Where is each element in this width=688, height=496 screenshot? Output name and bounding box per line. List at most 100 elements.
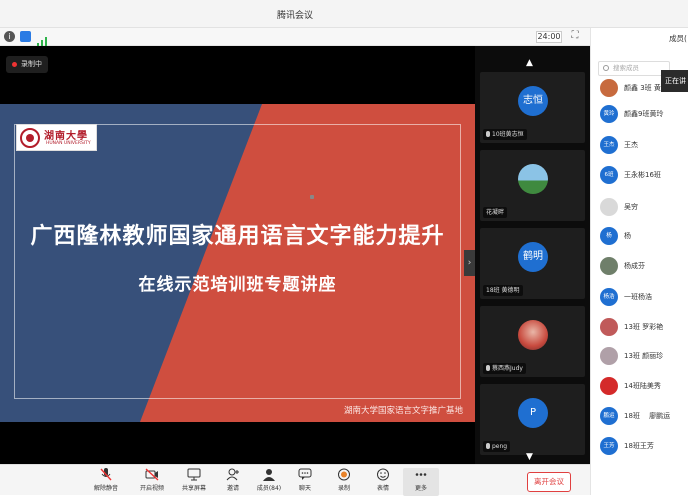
- member-name: 杨成芬: [624, 262, 645, 270]
- more-label: 更多: [414, 485, 427, 492]
- participant-name-tag: 10班黄志恒: [483, 129, 527, 140]
- participant-avatar-photo: [518, 320, 548, 350]
- member-avatar: [600, 318, 618, 336]
- video-tile[interactable]: 花凝畔: [480, 150, 585, 221]
- info-icon[interactable]: i: [4, 31, 15, 42]
- recording-label: 录制中: [21, 60, 42, 68]
- member-avatar: 王芳: [600, 437, 618, 455]
- record-button[interactable]: 录制: [326, 468, 362, 496]
- member-row[interactable]: 黄玲 颜鑫9班黄玲: [600, 105, 688, 127]
- record-dot-icon: [12, 61, 17, 67]
- chat-icon: [298, 468, 312, 480]
- record-icon: [338, 468, 350, 481]
- member-name: 13班 罗彩艳: [624, 323, 664, 331]
- unmute-label: 解除静音: [93, 485, 118, 492]
- members-button[interactable]: 成员(84): [251, 468, 287, 496]
- meeting-info-bar: i 24:00 ⛶: [0, 28, 590, 47]
- member-row[interactable]: 13班 颜丽珍: [600, 347, 688, 369]
- member-avatar: [600, 198, 618, 216]
- participant-name-tag: 花凝畔: [483, 207, 508, 218]
- start-video-button[interactable]: 开启视频: [134, 468, 170, 496]
- participant-name: peng: [492, 443, 508, 450]
- participant-avatar: 志恒: [518, 86, 548, 116]
- more-icon: [415, 473, 427, 476]
- members-label: 成员(84): [256, 485, 282, 492]
- shield-icon[interactable]: [20, 31, 31, 42]
- presentation-slide: 湖南大學 HUNAN UNIVERSITY 广西隆林教师国家通用语言文字能力提升…: [0, 104, 475, 422]
- more-button[interactable]: 更多: [403, 468, 439, 496]
- shared-screen-view[interactable]: 录制中 湖南大學 HUNAN UNIVERSITY 广西隆林教师国家通用语言文字…: [0, 46, 475, 464]
- member-avatar: [600, 79, 618, 97]
- member-row[interactable]: 王芳 18班王芳: [600, 437, 688, 459]
- camera-off-icon: [145, 468, 159, 481]
- unmute-button[interactable]: 解除静音: [88, 468, 124, 496]
- member-row[interactable]: 王杰 王杰: [600, 136, 688, 158]
- meeting-toolbar: 解除静音 开启视频 共享屏幕 邀请 成员(84) 聊天 录制 表情 更多 离开会…: [0, 464, 590, 496]
- member-name: 杨: [624, 232, 631, 240]
- university-logo: 湖南大學 HUNAN UNIVERSITY: [16, 124, 97, 151]
- fullscreen-icon[interactable]: ⛶: [569, 30, 581, 42]
- member-row[interactable]: 杨杨: [600, 227, 688, 249]
- slide-subtitle: 在线示范培训班专题讲座: [138, 275, 337, 295]
- member-row[interactable]: 6班 王永彬16班: [600, 166, 688, 188]
- member-name: 14班陆美秀: [624, 382, 661, 390]
- member-avatar: 杨浩: [600, 288, 618, 306]
- member-search-input[interactable]: 搜索成员: [598, 61, 670, 76]
- mouse-cursor-icon: [310, 195, 314, 199]
- emoji-button[interactable]: 表情: [365, 468, 401, 496]
- screen-share-icon: [187, 468, 201, 481]
- collapse-gallery-button[interactable]: ›: [464, 250, 475, 276]
- member-avatar: 鹏运: [600, 407, 618, 425]
- record-label: 录制: [337, 485, 350, 492]
- chat-button[interactable]: 聊天: [287, 468, 323, 496]
- members-panel: 成员( 搜索成员 正在讲 颜鑫 3班 黄 黄玲 颜鑫9班黄玲 王杰 王杰 6班 王永彬…: [590, 28, 688, 495]
- member-avatar: 6班: [600, 166, 618, 184]
- member-row[interactable]: 杨浩 一班杨浩: [600, 288, 688, 310]
- logo-chinese-text: 湖南大學: [44, 131, 88, 142]
- member-avatar: 黄玲: [600, 105, 618, 123]
- video-tile[interactable]: 鹤明 18班 黄德明: [480, 228, 585, 299]
- member-name: 一班杨浩: [624, 293, 652, 301]
- scroll-down-icon[interactable]: ▼: [526, 452, 533, 462]
- chat-label: 聊天: [298, 485, 311, 492]
- members-icon: [263, 469, 275, 481]
- share-screen-button[interactable]: 共享屏幕: [176, 468, 212, 496]
- leave-meeting-button[interactable]: 离开会议: [527, 472, 571, 492]
- member-name: 颜鑫9班黄玲: [624, 110, 664, 118]
- member-name: 18班王芳: [624, 442, 654, 450]
- member-row[interactable]: 杨成芬: [600, 257, 688, 279]
- member-row[interactable]: 14班陆美秀: [600, 377, 688, 399]
- member-row[interactable]: 13班 罗彩艳: [600, 318, 688, 340]
- participant-avatar: P: [518, 398, 548, 428]
- participant-name: 10班黄志恒: [492, 131, 524, 138]
- invite-button[interactable]: 邀请: [215, 468, 251, 496]
- participant-avatar: 鹤明: [518, 242, 548, 272]
- video-tile[interactable]: P peng: [480, 384, 585, 455]
- participant-name-tag: 18班 黄德明: [483, 285, 523, 296]
- video-gallery: › ▲ 志恒 10班黄志恒 花凝畔 鹤明 18班 黄德明 蔡西燕Judy P p…: [464, 46, 590, 464]
- member-name: 吴穷: [624, 203, 638, 211]
- member-avatar: [600, 377, 618, 395]
- member-row[interactable]: 颜鑫 3班 黄: [600, 79, 688, 101]
- invite-icon: [226, 468, 239, 481]
- start-video-label: 开启视频: [139, 485, 164, 492]
- emoji-icon: [377, 468, 389, 481]
- participant-name: 18班 黄德明: [486, 287, 520, 294]
- meeting-timer: 24:00: [536, 31, 562, 43]
- member-row[interactable]: 鹏运 18班 廖鹏运: [600, 407, 688, 429]
- member-name: 王永彬16班: [624, 171, 661, 179]
- video-tile[interactable]: 蔡西燕Judy: [480, 306, 585, 377]
- participant-name: 蔡西燕Judy: [492, 365, 523, 372]
- participant-name: 花凝畔: [486, 209, 505, 216]
- participant-avatar-photo: [518, 164, 548, 194]
- member-row[interactable]: 吴穷: [600, 198, 688, 220]
- member-name: 18班 廖鹏运: [624, 412, 671, 420]
- scroll-up-icon[interactable]: ▲: [526, 58, 533, 68]
- member-name: 颜鑫 3班 黄: [624, 84, 661, 92]
- recording-indicator: 录制中: [6, 56, 48, 73]
- share-screen-label: 共享屏幕: [181, 485, 206, 492]
- slide-footer: 湖南大学国家语言文字推广基地: [343, 406, 463, 416]
- slide-frame: [14, 124, 461, 399]
- member-avatar: 杨: [600, 227, 618, 245]
- video-tile[interactable]: 志恒 10班黄志恒: [480, 72, 585, 143]
